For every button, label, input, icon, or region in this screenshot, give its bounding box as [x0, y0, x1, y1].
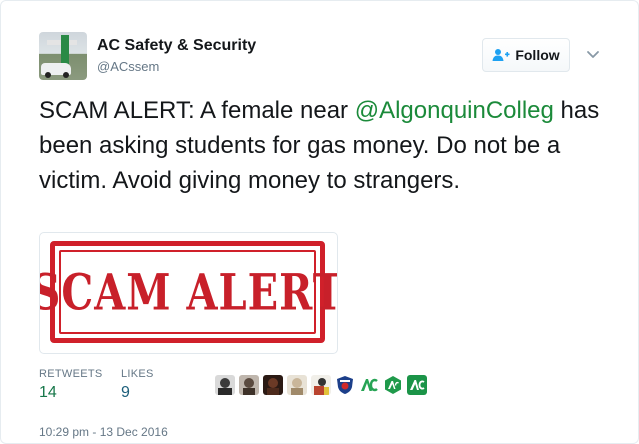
- mention-link[interactable]: @AlgonquinColleg: [355, 97, 554, 124]
- ac-hexagon-icon: [383, 375, 403, 395]
- tweet-header: AC Safety & Security @ACssem Follow: [39, 32, 619, 82]
- liker-avatar-1[interactable]: [215, 375, 235, 395]
- police-badge-icon: [335, 375, 355, 395]
- likes-stat[interactable]: LIKES 9: [121, 368, 154, 402]
- likes-label: LIKES: [121, 368, 154, 380]
- liker-avatar-2[interactable]: [239, 375, 259, 395]
- tweet-timestamp[interactable]: 10:29 pm - 13 Dec 2016: [39, 425, 168, 439]
- user-handle[interactable]: @ACssem: [97, 59, 159, 74]
- tweet-card: AC Safety & Security @ACssem Follow SCAM…: [0, 0, 639, 444]
- retweets-count: 14: [39, 384, 57, 401]
- liker-avatar-3[interactable]: [263, 375, 283, 395]
- liker-avatar-ac-1[interactable]: [359, 375, 379, 395]
- follow-button[interactable]: Follow: [482, 38, 570, 72]
- stamp-text: SCAM ALERT: [39, 262, 338, 322]
- ac-logo-icon: [359, 375, 379, 395]
- liker-avatar-police[interactable]: [335, 375, 355, 395]
- retweets-label: RETWEETS: [39, 368, 103, 380]
- tweet-text: SCAM ALERT: A female near @AlgonquinColl…: [39, 93, 609, 198]
- profile-avatar[interactable]: [39, 32, 87, 80]
- likes-count: 9: [121, 384, 130, 401]
- retweets-stat[interactable]: RETWEETS 14: [39, 368, 103, 402]
- liker-avatar-4[interactable]: [287, 375, 307, 395]
- ac-square-icon: [407, 375, 427, 395]
- liker-avatar-ac-2[interactable]: [383, 375, 403, 395]
- display-name[interactable]: AC Safety & Security: [97, 37, 256, 55]
- follow-button-label: Follow: [515, 47, 560, 63]
- liker-avatar-ac-3[interactable]: [407, 375, 427, 395]
- add-user-icon: [492, 49, 510, 61]
- scam-alert-stamp: SCAM ALERT: [40, 241, 337, 343]
- liker-avatar-5[interactable]: [311, 375, 331, 395]
- tweet-text-part: SCAM ALERT: A female near: [39, 97, 355, 124]
- chevron-down-icon[interactable]: [585, 46, 601, 62]
- tweet-image[interactable]: SCAM ALERT: [39, 232, 338, 354]
